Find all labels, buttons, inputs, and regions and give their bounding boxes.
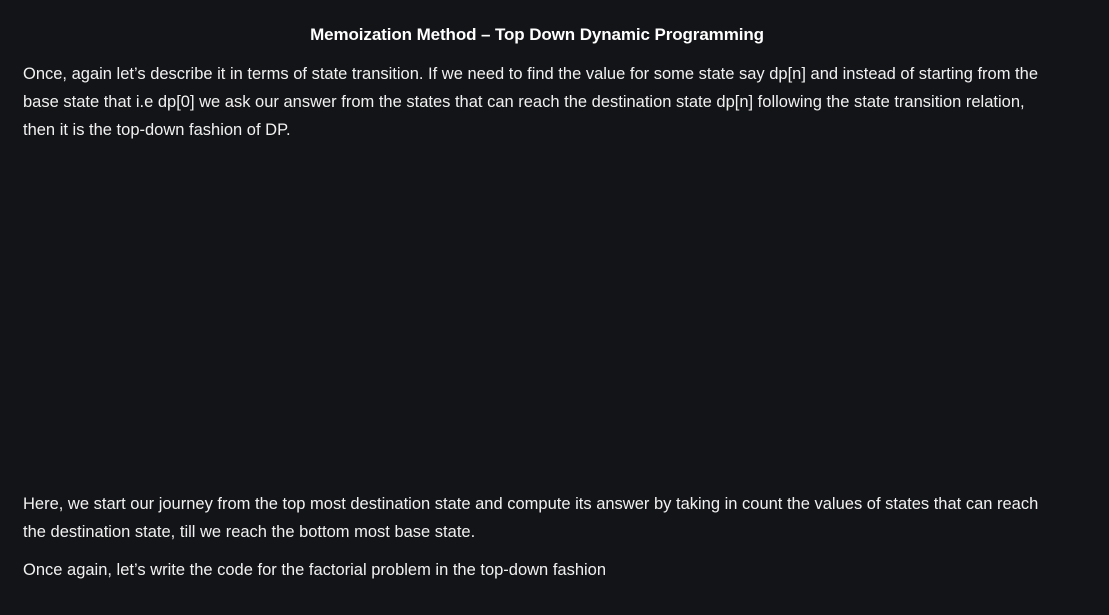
paragraph-journey: Here, we start our journey from the top … bbox=[23, 495, 1039, 541]
section-heading: Memoization Method – Top Down Dynamic Pr… bbox=[310, 25, 764, 44]
paragraph-code-intro: Once again, let’s write the code for the… bbox=[23, 561, 607, 579]
paragraph-state-transition: Once, again let’s describe it in terms o… bbox=[23, 65, 1038, 139]
empty-illustration-area bbox=[23, 150, 1053, 480]
